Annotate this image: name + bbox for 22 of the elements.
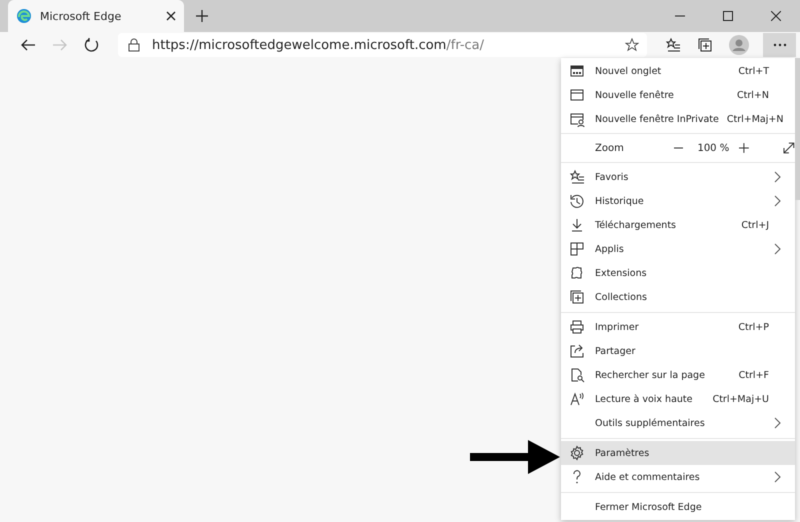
menu-item[interactable]: Paramètres bbox=[561, 441, 795, 465]
menu-item[interactable]: Nouvelle fenêtre InPrivate Ctrl+Maj+N bbox=[561, 107, 795, 131]
url-text: https://microsoftedgewelcome.microsoft.com/fr-ca/ bbox=[152, 38, 486, 52]
menu-item[interactable]: Historique bbox=[561, 189, 795, 213]
menu-item[interactable]: Imprimer Ctrl+P bbox=[561, 315, 795, 339]
menu-item[interactable]: Téléchargements Ctrl+J bbox=[561, 213, 795, 237]
menu-item[interactable]: Applis bbox=[561, 237, 795, 261]
address-field[interactable]: https://microsoftedgewelcome.microsoft.com/fr-ca/ bbox=[118, 33, 647, 57]
menu-item[interactable]: Aide et commentaires bbox=[561, 465, 795, 489]
menu-item[interactable]: Favoris bbox=[561, 165, 795, 189]
menu-item[interactable]: Extensions bbox=[561, 261, 795, 285]
zoom-label: Zoom bbox=[595, 142, 625, 154]
menu-item[interactable]: Partager bbox=[561, 339, 795, 363]
menu-item[interactable]: Rechercher sur la page Ctrl+F bbox=[561, 363, 795, 387]
menu-item[interactable]: Nouvel onglet Ctrl+T bbox=[561, 59, 795, 83]
menu-item[interactable]: Outils supplémentaires bbox=[561, 411, 795, 435]
menu-item[interactable]: Nouvelle fenêtre Ctrl+N bbox=[561, 83, 795, 107]
browser-tab[interactable]: Microsoft Edge bbox=[8, 0, 184, 32]
menu-item[interactable]: Lecture à voix haute Ctrl+Maj+U bbox=[561, 387, 795, 411]
menu-item[interactable]: Collections bbox=[561, 285, 795, 309]
tab-title: Microsoft Edge bbox=[40, 10, 122, 22]
menu-item[interactable]: Fermer Microsoft Edge bbox=[561, 495, 795, 519]
